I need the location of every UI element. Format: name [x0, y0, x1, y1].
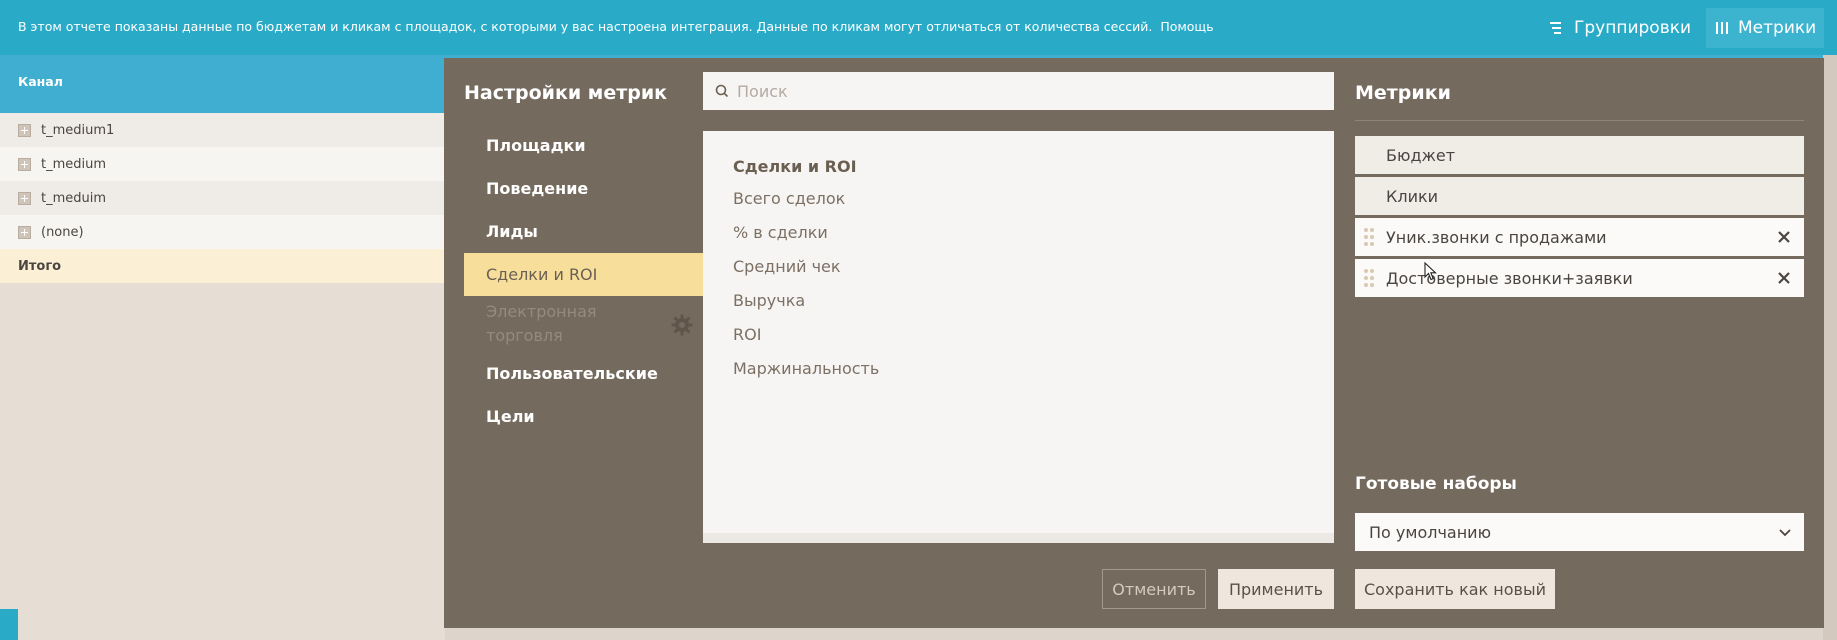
- selected-metric-verified-calls[interactable]: Достоверные звонки+заявки: [1355, 259, 1804, 297]
- category-leads[interactable]: Лиды: [464, 210, 704, 253]
- category-custom[interactable]: Пользовательские: [464, 352, 704, 395]
- report-info-text: В этом отчете показаны данные по бюджета…: [18, 19, 1153, 34]
- gear-icon[interactable]: [670, 313, 694, 337]
- list-icon: [1550, 22, 1564, 34]
- list-scrollbar[interactable]: [703, 533, 1334, 543]
- list-title: Сделки и ROI: [733, 157, 857, 176]
- close-icon[interactable]: [1774, 227, 1794, 247]
- presets-title: Готовые наборы: [1355, 474, 1517, 494]
- top-bar: В этом отчете показаны данные по бюджета…: [0, 0, 1837, 55]
- category-label: Лиды: [486, 222, 538, 241]
- metric-label: Бюджет: [1386, 145, 1456, 165]
- expand-icon[interactable]: [18, 191, 31, 205]
- metric-option[interactable]: Маржинальность: [733, 359, 879, 393]
- category-label: Поведение: [486, 179, 589, 198]
- close-icon[interactable]: [1774, 268, 1794, 288]
- chevron-down-icon: [1778, 525, 1792, 539]
- metric-option[interactable]: % в сделки: [733, 223, 879, 257]
- row-label: (none): [41, 224, 84, 240]
- apply-button[interactable]: Применить: [1218, 569, 1334, 609]
- left-accent: [0, 609, 18, 640]
- row-label: t_medium: [41, 156, 107, 172]
- category-behavior[interactable]: Поведение: [464, 167, 704, 210]
- metric-label: Уник.звонки с продажами: [1386, 227, 1607, 247]
- expand-icon[interactable]: [18, 123, 31, 137]
- search-icon: [713, 82, 731, 100]
- metrics-button[interactable]: Метрики: [1706, 8, 1824, 48]
- drag-handle-icon[interactable]: [1363, 227, 1375, 247]
- category-list: Площадки Поведение Лиды Сделки и ROI Эле…: [464, 124, 704, 438]
- selected-metric-unique-calls[interactable]: Уник.звонки с продажами: [1355, 218, 1804, 256]
- category-label: Пользовательские: [486, 364, 658, 383]
- selected-metric-budget: Бюджет: [1355, 136, 1804, 174]
- category-ecommerce: Электронная торговля: [464, 296, 704, 352]
- search-box[interactable]: [703, 72, 1334, 110]
- mouse-cursor-icon: [1424, 261, 1438, 282]
- metric-option[interactable]: Средний чек: [733, 257, 879, 291]
- metrics-settings-panel: Настройки метрик Площадки Поведение Лиды…: [444, 58, 1824, 628]
- divider: [1355, 120, 1804, 121]
- selected-metrics-title: Метрики: [1355, 82, 1451, 104]
- metric-option[interactable]: Всего сделок: [733, 189, 879, 223]
- expand-icon[interactable]: [18, 157, 31, 171]
- row-label: t_medium1: [41, 122, 115, 138]
- groupings-label: Группировки: [1574, 18, 1692, 38]
- total-label: Итого: [18, 258, 62, 274]
- category-goals[interactable]: Цели: [464, 395, 704, 438]
- category-label: Цели: [486, 407, 535, 426]
- groupings-button[interactable]: Группировки: [1540, 8, 1700, 48]
- expand-icon[interactable]: [18, 225, 31, 239]
- column-header-channel[interactable]: Канал: [18, 74, 63, 89]
- metrics-label: Метрики: [1738, 18, 1817, 38]
- category-label: Электронная торговля: [486, 302, 597, 345]
- help-link[interactable]: Помощь: [1160, 19, 1213, 34]
- report-info: В этом отчете показаны данные по бюджета…: [18, 19, 1214, 34]
- category-deals-roi[interactable]: Сделки и ROI: [464, 253, 704, 296]
- columns-icon: [1716, 22, 1728, 34]
- metric-option[interactable]: Выручка: [733, 291, 879, 325]
- save-as-new-button[interactable]: Сохранить как новый: [1355, 569, 1555, 609]
- preset-dropdown[interactable]: По умолчанию: [1355, 513, 1804, 551]
- metric-option[interactable]: ROI: [733, 325, 879, 359]
- category-label: Сделки и ROI: [486, 265, 598, 284]
- category-platforms[interactable]: Площадки: [464, 124, 704, 167]
- search-input[interactable]: [737, 81, 1317, 101]
- vertical-scrollbar[interactable]: [1823, 55, 1837, 640]
- selected-metric-clicks: Клики: [1355, 177, 1804, 215]
- panel-title: Настройки метрик: [464, 82, 668, 104]
- preset-value: По умолчанию: [1369, 522, 1492, 542]
- metric-label: Достоверные звонки+заявки: [1386, 268, 1633, 288]
- drag-handle-icon[interactable]: [1363, 268, 1375, 288]
- row-label: t_meduim: [41, 190, 107, 206]
- metric-options-list: Сделки и ROI Всего сделок % в сделки Сре…: [703, 131, 1334, 543]
- category-label: Площадки: [486, 136, 586, 155]
- horizontal-scrollbar[interactable]: [445, 628, 1823, 640]
- metric-label: Клики: [1386, 186, 1439, 206]
- cancel-button[interactable]: Отменить: [1102, 569, 1206, 609]
